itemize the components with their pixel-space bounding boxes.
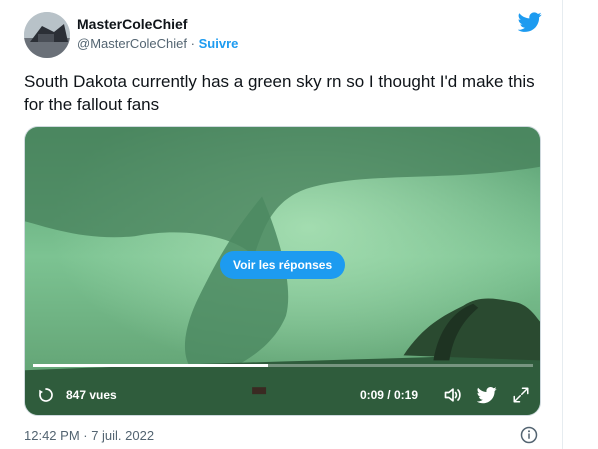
separator-dot: ·: [190, 36, 195, 51]
twitter-bird-icon[interactable]: [517, 10, 542, 34]
author-handle[interactable]: @MasterColeChief: [77, 36, 187, 51]
share-twitter-button[interactable]: [476, 384, 498, 406]
fullscreen-button[interactable]: [510, 384, 532, 406]
author-name[interactable]: MasterColeChief: [77, 16, 187, 32]
volume-icon: [444, 388, 461, 402]
expand-icon: [513, 387, 529, 403]
volume-button[interactable]: [442, 384, 464, 406]
author-handle-row: @MasterColeChief · Suivre: [77, 36, 238, 51]
view-count: 847 vues: [37, 386, 117, 404]
twitter-bird-icon: [477, 387, 497, 404]
view-count-label: 847 vues: [66, 388, 117, 402]
video-player[interactable]: Voir les réponses 847 vues 0:09 / 0:19: [24, 126, 541, 416]
follow-button[interactable]: Suivre: [199, 36, 239, 51]
video-progress-bar[interactable]: [33, 364, 533, 367]
video-progress-fill: [33, 364, 268, 367]
tweet-timestamp[interactable]: 12:42 PM · 7 juil. 2022: [24, 428, 154, 443]
view-replies-button[interactable]: Voir les réponses: [220, 251, 346, 279]
video-controls: 0:09 / 0:19: [360, 383, 532, 407]
avatar[interactable]: [24, 12, 70, 58]
tweet-card: MasterColeChief @MasterColeChief · Suivr…: [0, 0, 563, 449]
replay-icon: [39, 388, 53, 402]
tweet-text: South Dakota currently has a green sky r…: [24, 72, 535, 114]
video-time: 0:09 / 0:19: [359, 388, 418, 402]
info-icon[interactable]: [520, 426, 538, 444]
